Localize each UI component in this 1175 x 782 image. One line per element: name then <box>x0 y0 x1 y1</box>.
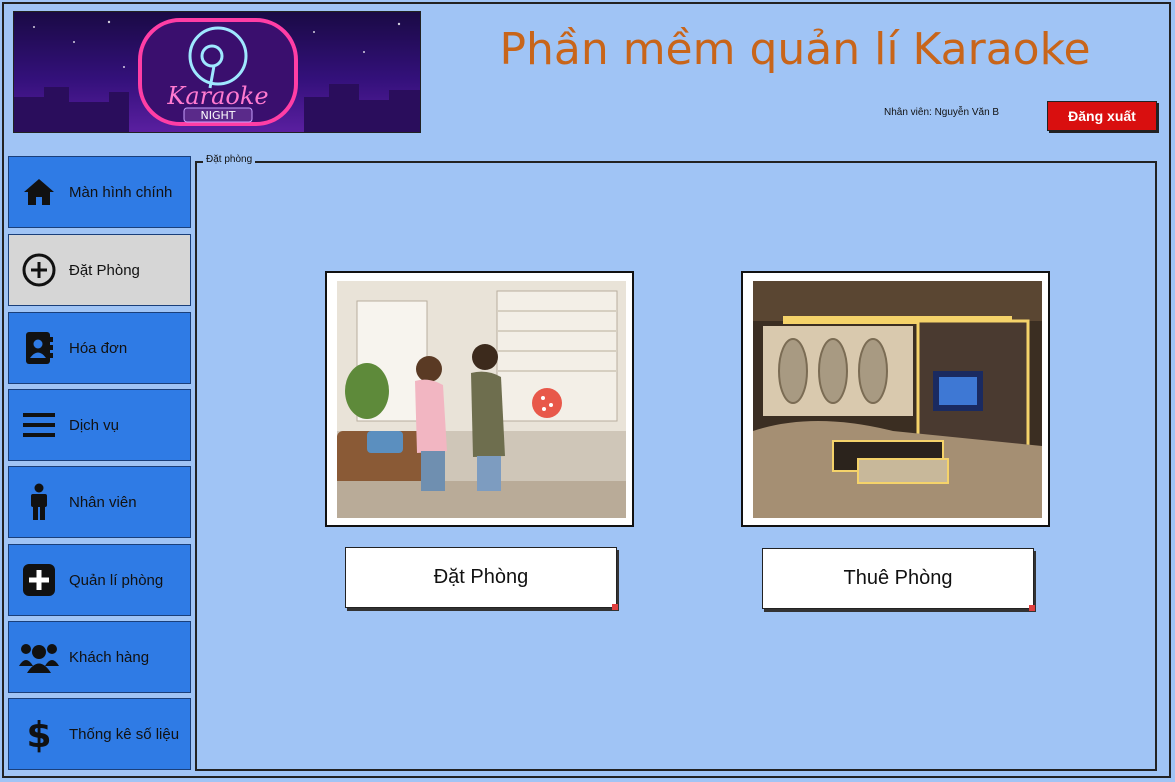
sidebar-item-label: Nhân viên <box>69 493 137 511</box>
girls-singing-photo <box>325 271 634 527</box>
sidebar-item-customers[interactable]: Khách hàng <box>8 621 191 693</box>
app-title: Phần mềm quản lí Karaoke <box>499 24 1091 75</box>
plus-square-icon <box>9 544 69 616</box>
sidebar-item-staff[interactable]: Nhân viên <box>8 466 191 538</box>
sidebar-item-label: Khách hàng <box>69 648 150 666</box>
menu-icon <box>9 389 69 461</box>
sidebar-item-label: Hóa đơn <box>69 339 128 357</box>
svg-text:$: $ <box>27 715 51 754</box>
karaoke-night-banner: Karaoke NIGHT <box>13 11 421 133</box>
dollar-icon: $ <box>9 698 69 770</box>
logo-script-text: Karaoke <box>166 82 268 110</box>
karaoke-room-photo <box>741 271 1050 527</box>
sidebar-item-book-room[interactable]: Đặt Phòng <box>8 234 191 306</box>
rent-room-button[interactable]: Thuê Phòng <box>762 548 1035 611</box>
logo-sub-text: NIGHT <box>201 109 236 122</box>
sidebar-item-room-management[interactable]: Quản lí phòng <box>8 544 191 616</box>
current-user-label: Nhân viên: Nguyễn Văn B <box>884 107 1000 118</box>
book-room-button[interactable]: Đặt Phòng <box>345 547 618 610</box>
users-icon <box>9 621 69 693</box>
sidebar-item-services[interactable]: Dịch vụ <box>8 389 191 461</box>
sidebar-item-home[interactable]: Màn hình chính <box>8 156 191 228</box>
rent-room-button-label: Thuê Phòng <box>843 567 953 589</box>
book-room-button-label: Đặt Phòng <box>433 566 529 588</box>
plus-circle-icon <box>9 234 69 306</box>
sidebar-item-label: Màn hình chính <box>69 183 173 201</box>
sidebar-item-statistics[interactable]: $ Thống kê số liệu <box>8 698 191 770</box>
sidebar-item-label: Thống kê số liệu <box>69 725 180 743</box>
logout-button[interactable]: Đăng xuất <box>1047 101 1157 131</box>
resize-corner <box>612 604 618 610</box>
sidebar-item-label: Quản lí phòng <box>69 571 164 589</box>
contact-book-icon <box>9 312 69 384</box>
sidebar-item-label: Đặt Phòng <box>69 261 140 279</box>
resize-corner <box>1029 605 1035 611</box>
home-icon <box>9 156 69 228</box>
person-icon <box>9 466 69 538</box>
sidebar-item-invoices[interactable]: Hóa đơn <box>8 312 191 384</box>
panel-title: Đặt phòng <box>203 154 256 165</box>
sidebar-item-label: Dịch vụ <box>69 416 120 434</box>
